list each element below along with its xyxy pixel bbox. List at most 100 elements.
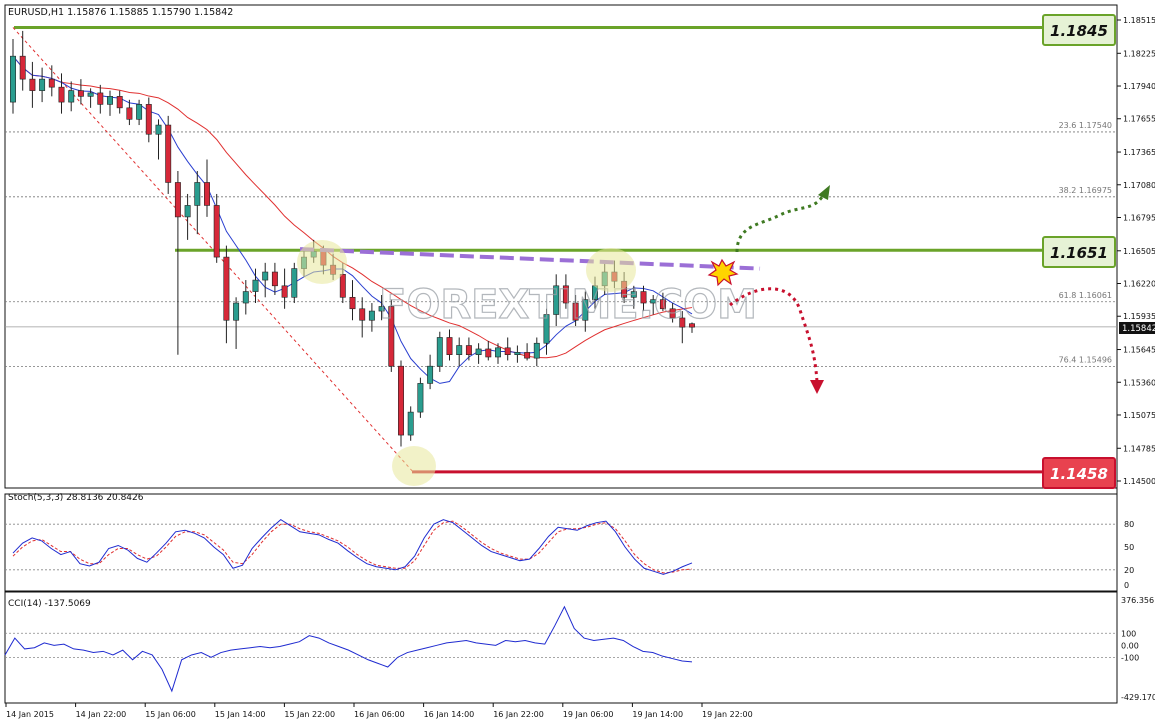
candle-body [204,182,210,206]
cci-tick-label: -100 [1121,653,1139,662]
cci-tick-label: -429.170 [1121,693,1155,702]
candle-body [233,302,240,321]
time-tick-label: 16 Jan 22:00 [493,710,544,719]
candle-body [359,308,366,321]
cci-tick-label: 0.00 [1121,641,1139,650]
price-tick-label: 1.17655 [1123,115,1155,124]
candle-body [165,124,172,183]
candle-body [417,383,424,413]
time-tick-label: 19 Jan 14:00 [632,710,683,719]
chart-title: EURUSD,H1 1.15876 1.15885 1.15790 1.1584… [8,7,233,18]
candle-body [262,271,269,281]
level-1651-box: 1.1651 [1042,236,1116,268]
candle-body [223,256,230,321]
cci-tick-label: 100 [1121,629,1136,638]
fib-label: 38.2 1.16975 [1059,186,1112,195]
stoch-tick-label: 80 [1124,520,1134,529]
price-tick-label: 1.15935 [1123,312,1155,321]
level-1458-box: 1.1458 [1042,457,1116,489]
candle-body [116,96,123,109]
candle-body [136,104,143,120]
candle-body [368,310,375,321]
candle-body [194,182,201,206]
candle-body [465,345,472,355]
price-tick-label: 1.15360 [1123,378,1155,387]
candle-body [485,348,492,358]
candle-body [407,411,414,436]
candle-body [39,78,46,91]
stoch-tick-label: 50 [1124,543,1134,552]
candle-body [252,279,259,292]
price-tick-label: 1.14785 [1123,444,1155,453]
level-1845-label: 1.1845 [1050,22,1108,40]
candle-body [145,104,152,135]
current-price-label: 1.15842 [1122,324,1155,334]
candle-body [349,296,356,310]
swing-high-highlight-1 [297,240,347,284]
candle-body [126,107,133,120]
candle-body [291,268,298,298]
stoch-tick-label: 20 [1124,566,1134,575]
price-tick-label: 1.14500 [1123,477,1155,486]
fib-label: 76.4 1.15496 [1059,356,1112,365]
cci-title: CCI(14) -137.5069 [8,599,91,609]
candle-body [495,347,501,358]
candle-body [436,337,443,367]
time-tick-label: 19 Jan 06:00 [563,710,614,719]
time-tick-label: 14 Jan 22:00 [76,710,127,719]
stoch-title: Stoch(5,3,3) 28.8136 20.8426 [8,493,144,503]
candle-body [427,365,434,384]
candle-body [213,205,220,258]
candle-body [242,291,249,304]
price-tick-label: 1.18515 [1123,16,1155,25]
candle-body [281,285,288,298]
price-tick-label: 1.17940 [1123,82,1155,91]
candle-body [398,365,404,436]
candle-body [29,78,36,91]
candle-body [339,274,346,298]
price-tick-label: 1.16220 [1123,280,1155,289]
time-tick-label: 16 Jan 06:00 [354,710,405,719]
candle-body [524,352,531,359]
candle-body [446,337,453,355]
swing-low-highlight [392,446,436,486]
level-1458-label: 1.1458 [1050,465,1108,483]
candle-body [58,86,65,103]
level-1845-box: 1.1845 [1042,14,1116,46]
price-tick-label: 1.17080 [1123,181,1155,190]
fib-label: 23.6 1.17540 [1059,121,1112,130]
price-tick-label: 1.16795 [1123,213,1155,222]
chart-canvas: 23.6 1.17540 38.2 1.16975 61.8 1.16061 76.4… [0,0,1155,723]
cci-tick-label: 376.356 [1121,596,1154,605]
candle-body [184,205,191,218]
candle-body [87,92,94,97]
candle-body [97,92,104,105]
stoch-tick-label: 0 [1124,581,1129,590]
candle-body [19,55,26,80]
price-tick-label: 1.17365 [1123,148,1155,157]
candle-body [475,348,482,355]
candle-body [504,347,511,355]
candle-body [174,182,181,218]
candle-body [48,78,55,88]
candle-body [271,271,278,287]
candle-body [68,90,75,103]
price-tick-label: 1.15645 [1123,346,1155,355]
time-tick-label: 14 Jan 2015 [6,710,54,719]
price-tick-label: 1.18225 [1123,49,1155,58]
fib-label: 61.8 1.16061 [1059,291,1112,300]
level-1651-label: 1.1651 [1050,244,1108,262]
watermark-text: FOREXTIME.COM [379,282,757,328]
time-tick-label: 15 Jan 22:00 [284,710,335,719]
time-tick-label: 16 Jan 14:00 [424,710,475,719]
candle-body [77,90,84,97]
candle-body [107,96,113,105]
time-tick-label: 15 Jan 06:00 [145,710,196,719]
time-tick-label: 19 Jan 22:00 [702,710,753,719]
price-tick-label: 1.16505 [1123,247,1155,256]
candle-body [155,124,162,135]
price-tick-label: 1.15075 [1123,411,1155,420]
candle-body [456,345,463,355]
candle-body [514,352,521,355]
swing-high-highlight-2 [586,248,636,292]
